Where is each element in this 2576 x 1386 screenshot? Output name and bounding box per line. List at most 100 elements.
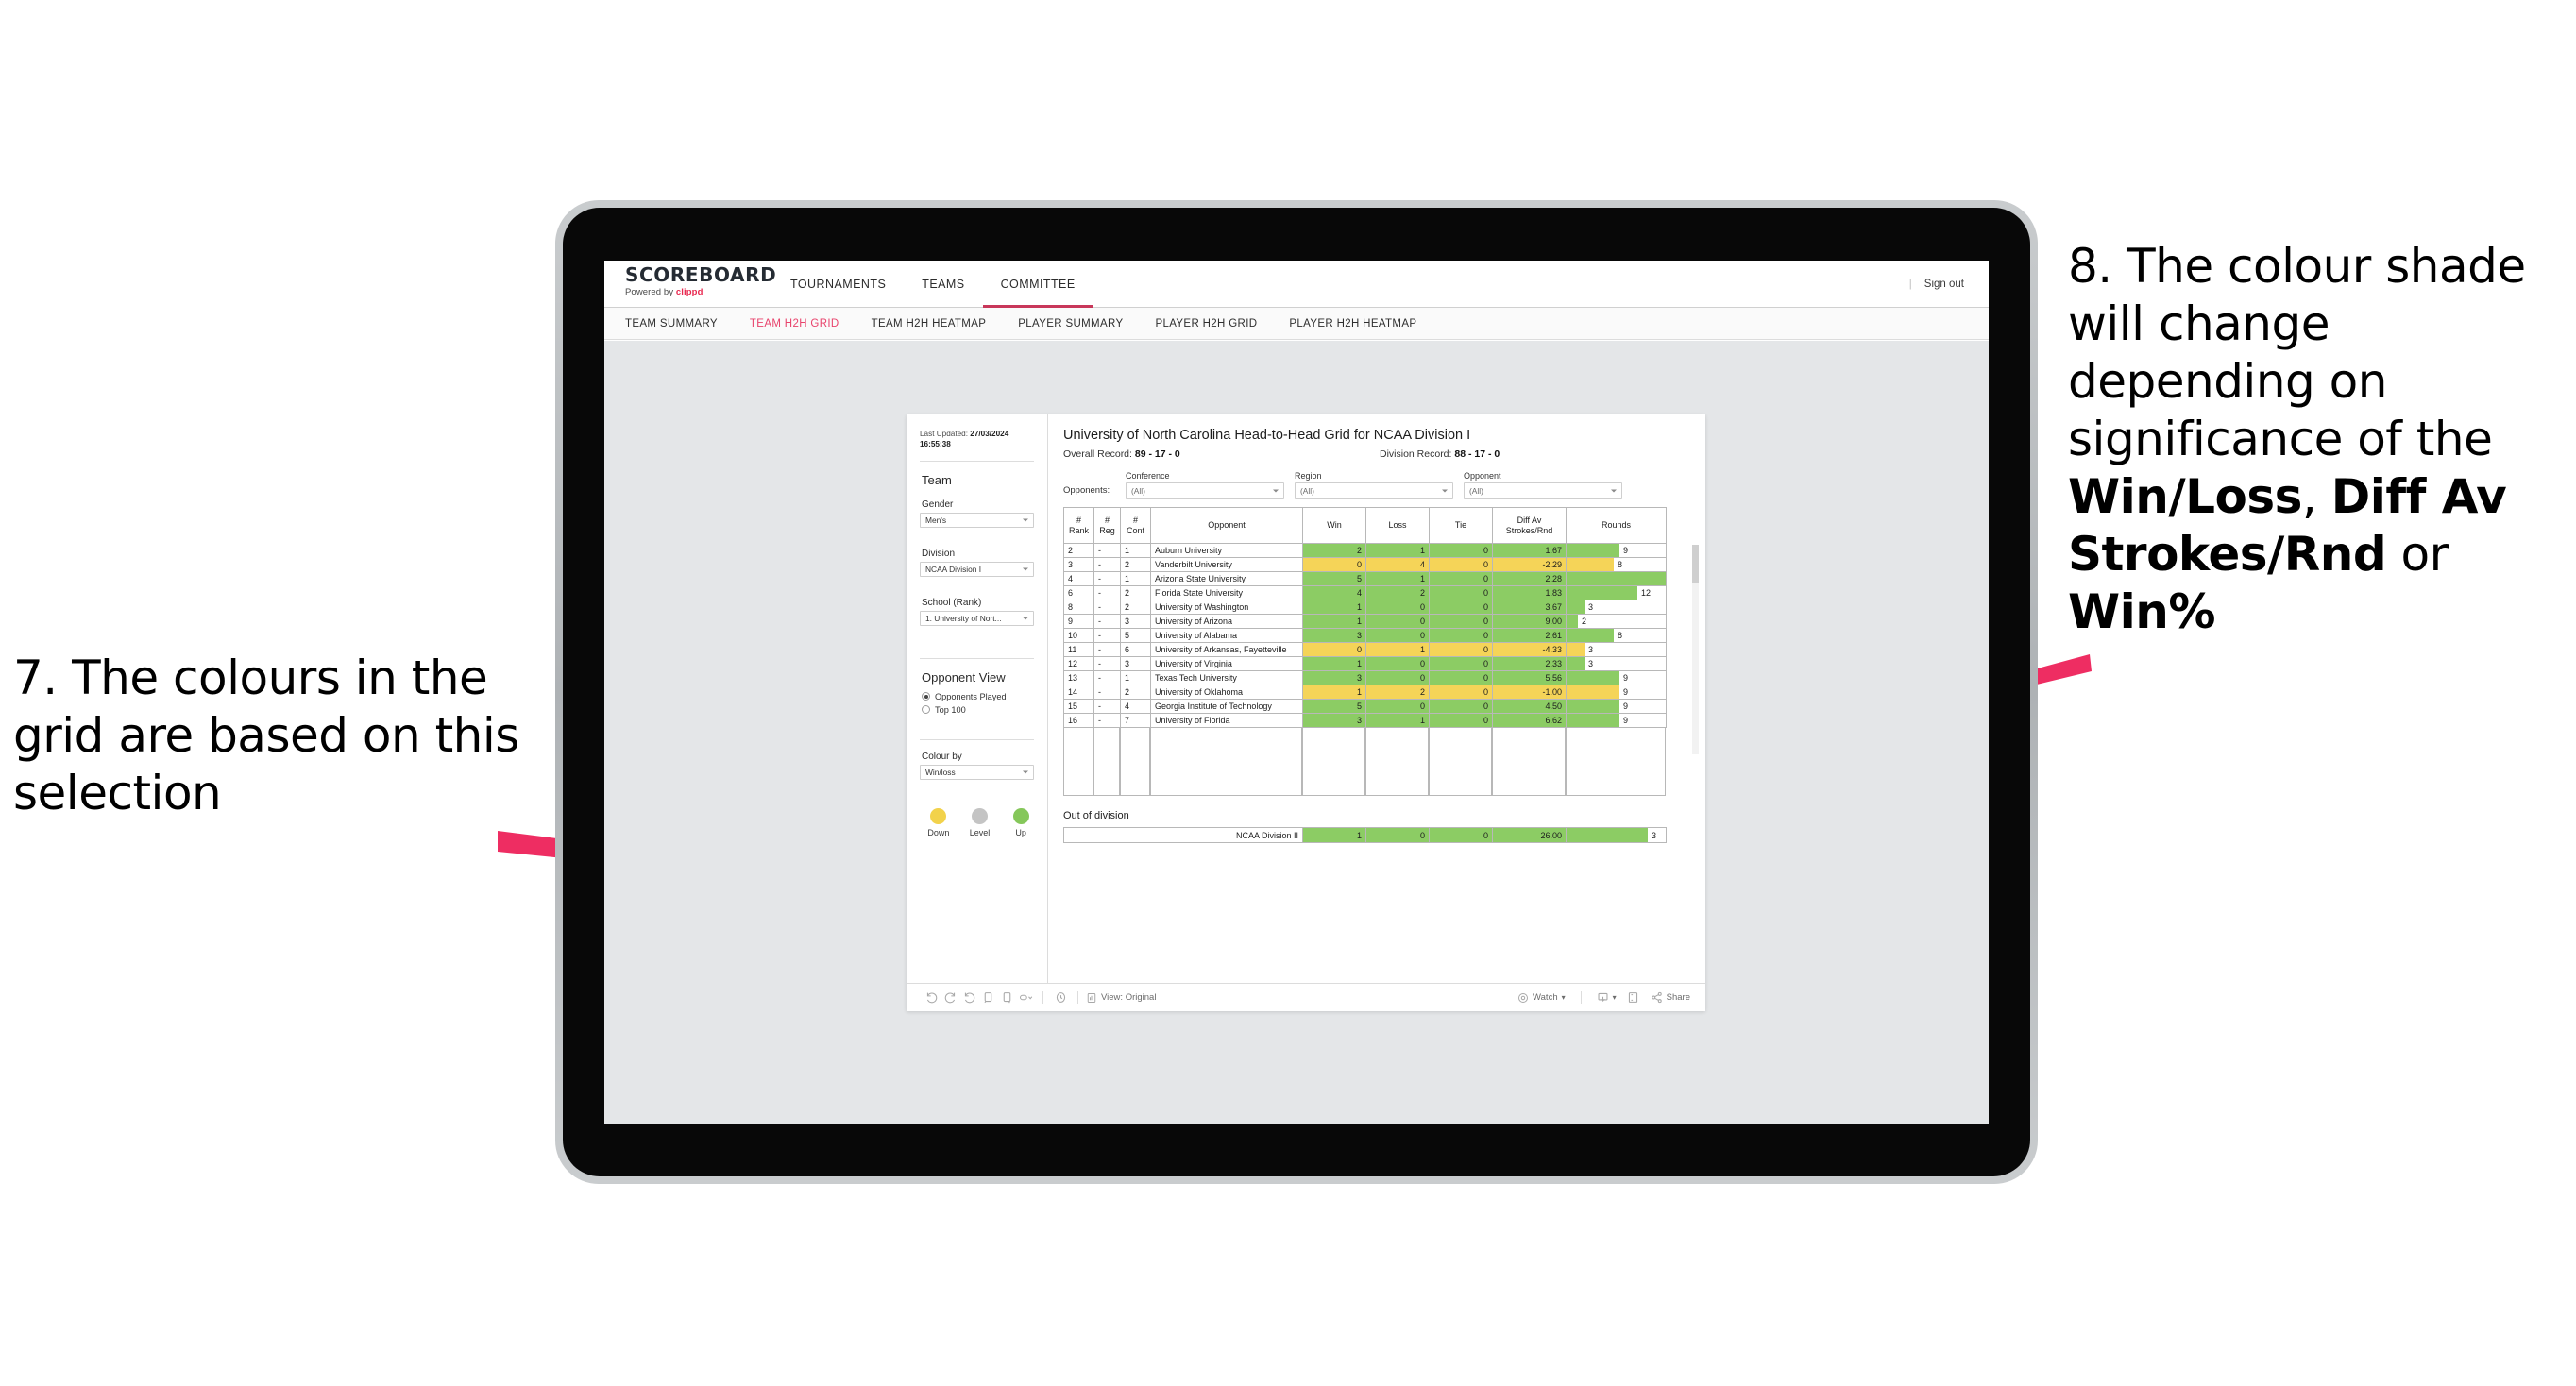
table-row[interactable]: 2-1 Auburn University 2 1 0 1.67 9: [1063, 543, 1667, 558]
cell-win: 5: [1302, 571, 1366, 586]
cell-loss: 0: [1365, 656, 1430, 671]
cell-opponent: Georgia Institute of Technology: [1150, 699, 1303, 714]
dashboard-card: Last Updated: 27/03/2024 16:55:38 Team G…: [907, 414, 1705, 1011]
revert-icon[interactable]: [959, 989, 978, 1007]
table-row[interactable]: 14-2 University of Oklahoma 1 2 0 -1.00 9: [1063, 685, 1667, 700]
table-row[interactable]: 15-4 Georgia Institute of Technology 5 0 0 4.…: [1063, 699, 1667, 714]
cell-rank: 3: [1063, 557, 1094, 572]
overall-record: Overall Record: 89 - 17 - 0: [1063, 448, 1380, 460]
view-original-button[interactable]: View: Original: [1086, 992, 1156, 1004]
sidebar-divider-2: [920, 657, 1034, 659]
cell-loss: 0: [1365, 614, 1430, 629]
table-row[interactable]: 12-3 University of Virginia 1 0 0 2.33 3: [1063, 656, 1667, 671]
undo-dropdown-icon[interactable]: [1016, 989, 1035, 1007]
chevron-down-icon: ▾: [1561, 993, 1566, 1002]
tableau-toolbar: View: Original Watch ▾ ▾ Share: [907, 983, 1705, 1011]
cell-conf: 1: [1120, 543, 1151, 558]
school-select[interactable]: 1. University of Nort...: [920, 610, 1034, 626]
col-win: Win: [1302, 507, 1366, 544]
out-of-division-row[interactable]: NCAA Division II 1 0 0 26.00 3: [1063, 827, 1667, 843]
cell-tie: 0: [1429, 628, 1493, 643]
subnav-item-team-h2h-grid[interactable]: TEAM H2H GRID: [750, 318, 839, 330]
cell-loss: 0: [1365, 827, 1430, 843]
col-opponent: Opponent: [1150, 507, 1303, 544]
table-row[interactable]: 9-3 University of Arizona 1 0 0 9.00 2: [1063, 614, 1667, 629]
cell-loss: 0: [1365, 600, 1430, 615]
subnav-item-team-h2h-heatmap[interactable]: TEAM H2H HEATMAP: [872, 318, 987, 330]
legend-dot-down-icon: [930, 807, 947, 824]
last-updated-text: Last Updated: 27/03/2024 16:55:38: [920, 429, 1034, 461]
radio-opponents-played[interactable]: Opponents Played: [922, 692, 1034, 701]
cell-reg: -: [1093, 656, 1121, 671]
watch-button[interactable]: Watch ▾: [1517, 992, 1566, 1004]
clock-history-icon[interactable]: [1051, 989, 1070, 1007]
table-row[interactable]: 16-7 University of Florida 3 1 0 6.62 9: [1063, 713, 1667, 728]
signout-link[interactable]: Sign out: [1924, 279, 1964, 290]
table-row[interactable]: 8-2 University of Washington 1 0 0 3.67 3: [1063, 600, 1667, 615]
toolbar-divider-2: [1077, 991, 1078, 1004]
filter-opponent-select[interactable]: (All): [1464, 482, 1622, 499]
filter-region-select[interactable]: (All): [1295, 482, 1453, 499]
download-icon: [1598, 992, 1608, 1002]
school-label: School (Rank): [922, 597, 982, 608]
school-value: 1. University of Nort...: [925, 613, 1002, 623]
undo-icon[interactable]: [922, 989, 941, 1007]
table-row[interactable]: 11-6 University of Arkansas, Fayetteville…: [1063, 642, 1667, 657]
cell-conf: 3: [1120, 614, 1151, 629]
table-row[interactable]: 10-5 University of Alabama 3 0 0 2.61 8: [1063, 628, 1667, 643]
topnav-item-committee[interactable]: COMMITTEE: [982, 261, 1093, 308]
table-row[interactable]: 13-1 Texas Tech University 3 0 0 5.56 9: [1063, 670, 1667, 685]
col-rank-l2: Rank: [1068, 525, 1089, 535]
grid-scrollbar-thumb[interactable]: [1692, 545, 1699, 583]
subnav-item-player-h2h-grid[interactable]: PLAYER H2H GRID: [1155, 318, 1257, 330]
cell-diff-av-strokes: 2.61: [1492, 628, 1567, 643]
gender-select[interactable]: Men's: [920, 512, 1034, 528]
cell-diff-av-strokes: 1.67: [1492, 543, 1567, 558]
share-button[interactable]: Share: [1651, 991, 1690, 1004]
rounds-value: 12: [1641, 588, 1652, 598]
filter-conference-select[interactable]: (All): [1126, 482, 1284, 499]
col-conf-l2: Conf: [1126, 525, 1144, 535]
radio-top-100[interactable]: Top 100: [922, 705, 1034, 715]
division-record-label: Division Record:: [1380, 448, 1455, 460]
subnav-item-player-summary[interactable]: PLAYER SUMMARY: [1018, 318, 1123, 330]
cell-reg: -: [1093, 585, 1121, 600]
grid-vertical-scrollbar[interactable]: [1692, 545, 1699, 754]
cell-tie: 0: [1429, 614, 1493, 629]
opponent-filters: Opponents: Conference (All) Region (All)…: [1063, 471, 1690, 499]
col-diff-l1: Diff Av: [1517, 516, 1542, 526]
colour-by-select[interactable]: Win/loss: [920, 764, 1034, 780]
cell-loss: 4: [1365, 557, 1430, 572]
chevron-down-icon: [1023, 567, 1028, 571]
app-header: SCOREBOARD Powered by clippd TOURNAMENTS…: [604, 261, 1989, 308]
fullscreen-icon[interactable]: [1624, 989, 1643, 1007]
table-row[interactable]: 6-2 Florida State University 4 2 0 1.83 12: [1063, 585, 1667, 600]
cell-win: 0: [1302, 642, 1366, 657]
table-row[interactable]: 4-1Arizona State University5102.2817: [1063, 571, 1667, 586]
rounds-value: 8: [1618, 631, 1623, 640]
cell-opponent: Texas Tech University: [1150, 670, 1303, 685]
topnav-item-tournaments[interactable]: TOURNAMENTS: [772, 261, 904, 307]
division-select[interactable]: NCAA Division I: [920, 561, 1034, 577]
cell-rounds: 3: [1566, 827, 1667, 843]
table-row[interactable]: 3-2 Vanderbilt University 0 4 0 -2.29 8: [1063, 557, 1667, 572]
rounds-value: 9: [1623, 673, 1629, 683]
cell-diff-av-strokes: 9.00: [1492, 614, 1567, 629]
cell-diff-av-strokes: 26.00: [1492, 827, 1567, 843]
legend-item-down: Down: [925, 807, 952, 837]
last-updated-label: Last Updated:: [920, 430, 971, 438]
download-button[interactable]: ▾: [1597, 991, 1617, 1004]
cell-opponent: Florida State University: [1150, 585, 1303, 600]
pause-updates-icon[interactable]: [997, 989, 1016, 1007]
topnav-item-teams[interactable]: TEAMS: [904, 261, 982, 307]
redo-icon[interactable]: [941, 989, 959, 1007]
cell-conf: 2: [1120, 685, 1151, 700]
subnav-item-player-h2h-heatmap[interactable]: PLAYER H2H HEATMAP: [1289, 318, 1416, 330]
rounds-value: 9: [1623, 716, 1629, 725]
rounds-bar: [1567, 714, 1619, 727]
cell-reg: -: [1093, 600, 1121, 615]
refresh-icon[interactable]: [978, 989, 997, 1007]
col-reg-l2: Reg: [1099, 525, 1115, 535]
legend-dot-up-icon: [1012, 807, 1029, 824]
subnav-item-team-summary[interactable]: TEAM SUMMARY: [625, 318, 718, 330]
